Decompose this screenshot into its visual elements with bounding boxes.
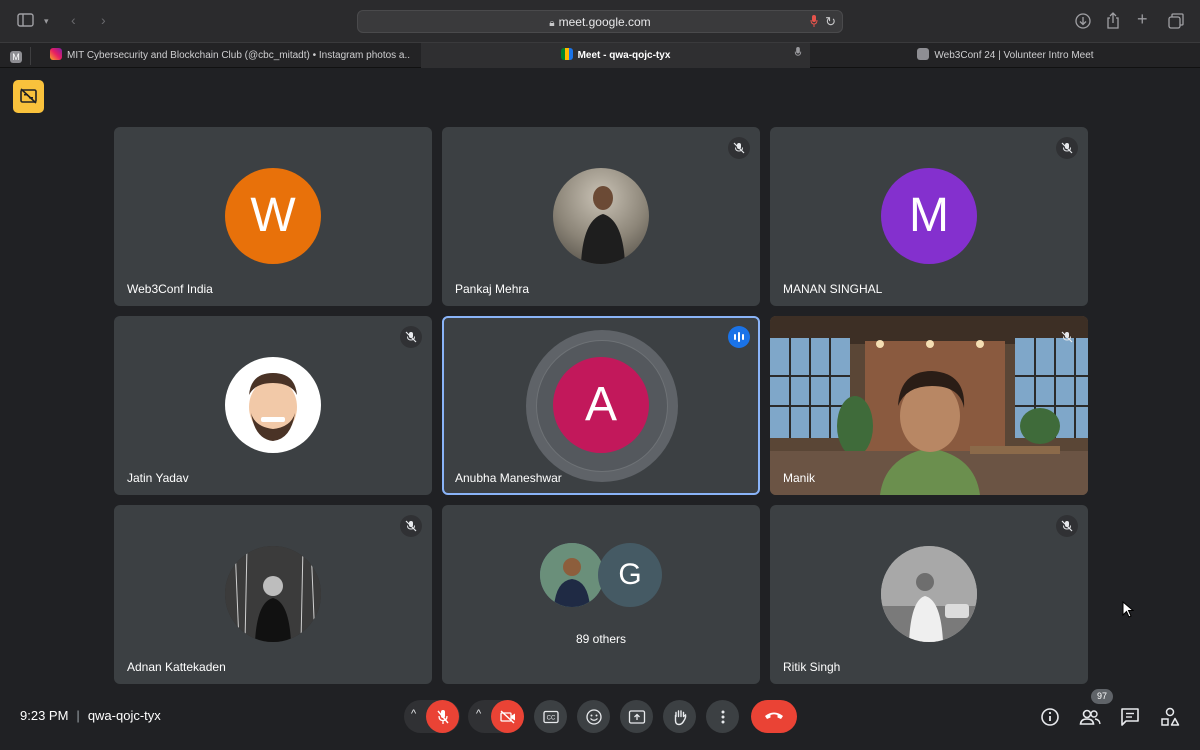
audio-level-icon bbox=[728, 326, 750, 348]
captions-button[interactable]: CC bbox=[534, 700, 567, 733]
tab-overview-icon[interactable] bbox=[1168, 13, 1184, 32]
avatar: A bbox=[553, 357, 649, 453]
tab-instagram[interactable]: MIT Cybersecurity and Blockchain Club (@… bbox=[50, 43, 410, 68]
participant-tile[interactable]: W Web3Conf India bbox=[114, 127, 432, 306]
closed-caption-off-icon bbox=[20, 88, 37, 104]
participant-tile[interactable]: Jatin Yadav bbox=[114, 316, 432, 495]
activities-icon bbox=[1161, 707, 1180, 726]
participant-name: Jatin Yadav bbox=[127, 471, 189, 485]
tab-meet[interactable]: Meet - qwa-qojc-tyx bbox=[421, 43, 810, 68]
activities-button[interactable] bbox=[1159, 706, 1181, 728]
tab-bar: M MIT Cybersecurity and Blockchain Club … bbox=[0, 42, 1200, 68]
leave-call-button[interactable] bbox=[751, 700, 797, 733]
more-vert-icon bbox=[721, 710, 724, 723]
google-meet-icon bbox=[560, 48, 573, 60]
tab-label: MIT Cybersecurity and Blockchain Club (@… bbox=[67, 50, 410, 61]
svg-text:CC: CC bbox=[546, 715, 555, 721]
pinned-tab-favicon: M bbox=[10, 51, 22, 63]
video-settings-chevron-icon[interactable]: ^ bbox=[476, 708, 481, 720]
microphone-toggle-button[interactable] bbox=[426, 700, 459, 733]
tab-label: Web3Conf 24 | Volunteer Intro Meet bbox=[934, 50, 1094, 61]
tab-label: Meet - qwa-qojc-tyx bbox=[577, 50, 671, 61]
participant-tile[interactable]: Pankaj Mehra bbox=[442, 127, 760, 306]
address-bar[interactable]: 🔒︎ meet.google.com ↻ bbox=[357, 10, 843, 33]
mic-off-icon bbox=[1056, 137, 1078, 159]
mic-off-icon bbox=[436, 709, 449, 724]
meeting-info: 9:23 PM | qwa-qojc-tyx bbox=[20, 708, 161, 723]
captions-off-indicator[interactable] bbox=[13, 80, 44, 113]
generic-site-icon bbox=[917, 48, 930, 60]
participant-name: Web3Conf India bbox=[127, 282, 213, 296]
instagram-icon bbox=[50, 48, 62, 60]
participant-name: Pankaj Mehra bbox=[455, 282, 530, 296]
clock-time: 9:23 PM bbox=[20, 708, 69, 723]
call-end-icon bbox=[765, 712, 783, 719]
mic-off-icon bbox=[400, 515, 422, 537]
share-icon[interactable] bbox=[1106, 12, 1120, 32]
avatar: M bbox=[881, 168, 977, 264]
meeting-code: qwa-qojc-tyx bbox=[87, 708, 161, 723]
url-text: meet.google.com bbox=[558, 15, 651, 29]
audio-settings-chevron-icon[interactable]: ^ bbox=[411, 708, 416, 720]
participant-name: Manik bbox=[783, 471, 816, 485]
reload-icon[interactable]: ↻ bbox=[825, 14, 836, 30]
forward-icon[interactable]: › bbox=[101, 12, 106, 28]
downloads-icon[interactable] bbox=[1075, 13, 1091, 32]
info-icon bbox=[1041, 708, 1059, 726]
more-options-button[interactable] bbox=[706, 700, 739, 733]
participant-name: MANAN SINGHAL bbox=[783, 282, 883, 296]
present-to-all-icon bbox=[628, 709, 645, 724]
people-button[interactable] bbox=[1079, 706, 1101, 728]
closed-caption-icon: CC bbox=[542, 710, 559, 723]
new-tab-icon[interactable]: + bbox=[1137, 10, 1148, 28]
chat-button[interactable] bbox=[1119, 706, 1141, 728]
avatar bbox=[225, 357, 321, 453]
videocam-off-icon bbox=[499, 709, 515, 724]
lock-icon: 🔒︎ bbox=[549, 18, 555, 29]
present-screen-button[interactable] bbox=[620, 700, 653, 733]
browser-toolbar: ▾ ‹ › 🔒︎ meet.google.com ↻ + bbox=[0, 0, 1200, 42]
tab-microphone-icon[interactable] bbox=[794, 43, 802, 68]
participant-tile[interactable]: Ritik Singh bbox=[770, 505, 1088, 684]
participant-tile[interactable]: M MANAN SINGHAL bbox=[770, 127, 1088, 306]
avatar: W bbox=[225, 168, 321, 264]
people-icon bbox=[1079, 709, 1101, 725]
avatar bbox=[553, 168, 649, 264]
mic-off-icon bbox=[728, 137, 750, 159]
participant-tile[interactable]: Adnan Kattekaden bbox=[114, 505, 432, 684]
chevron-down-icon[interactable]: ▾ bbox=[44, 13, 49, 29]
participant-name: Ritik Singh bbox=[783, 660, 841, 674]
reactions-button[interactable] bbox=[577, 700, 610, 733]
participant-name: Adnan Kattekaden bbox=[127, 660, 226, 674]
participant-tile[interactable]: Manik bbox=[770, 316, 1088, 495]
participant-tile[interactable]: A Anubha Maneshwar bbox=[442, 316, 760, 495]
back-icon[interactable]: ‹ bbox=[71, 12, 76, 28]
avatar: G bbox=[598, 543, 662, 607]
sidebar-toggle-icon[interactable] bbox=[17, 13, 34, 30]
tab-pinned[interactable]: M bbox=[6, 43, 26, 68]
tab-web3conf[interactable]: Web3Conf 24 | Volunteer Intro Meet bbox=[811, 43, 1200, 68]
meeting-details-button[interactable] bbox=[1039, 706, 1061, 728]
others-count: 89 others bbox=[575, 632, 627, 646]
chat-icon bbox=[1121, 708, 1139, 726]
hand-icon bbox=[674, 709, 686, 725]
avatar bbox=[225, 546, 321, 642]
mic-off-icon bbox=[1056, 326, 1078, 348]
avatar bbox=[540, 543, 604, 607]
microphone-in-use-icon[interactable] bbox=[810, 15, 818, 30]
mic-off-icon bbox=[400, 326, 422, 348]
mic-off-icon bbox=[1056, 515, 1078, 537]
raise-hand-button[interactable] bbox=[663, 700, 696, 733]
emoji-icon bbox=[585, 708, 602, 725]
avatar bbox=[881, 546, 977, 642]
participant-name: Anubha Maneshwar bbox=[455, 471, 562, 485]
others-tile[interactable]: G 89 others bbox=[442, 505, 760, 684]
camera-toggle-button[interactable] bbox=[491, 700, 524, 733]
people-count-badge: 97 bbox=[1091, 689, 1113, 704]
participant-video bbox=[770, 316, 1088, 495]
mouse-cursor-icon bbox=[1122, 601, 1134, 618]
